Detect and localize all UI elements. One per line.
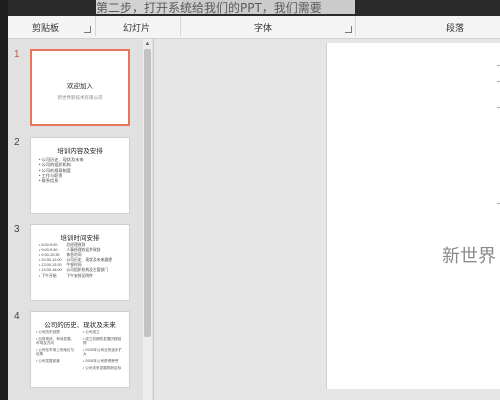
scroll-up-arrow-icon[interactable]: ▲ <box>143 39 152 49</box>
ribbon-separator <box>355 16 356 36</box>
thumbnail-right-column: 公司成立 成立初期的发展历程回顾 2006年公司业务逐步扩大 2008年公司获得… <box>83 330 123 372</box>
thumbnail-title: 培训时间安排 <box>60 235 100 242</box>
thumbnail-schedule-list: 8:00-9:00总经理致辞 9:00-9:30人事经理欢迎并致辞 9:30-1… <box>39 243 112 279</box>
caption-overlay: 第二步，打开系统给我们的PPT，我们需要 <box>0 0 500 16</box>
ribbon-group-paragraph: 段落 <box>446 23 465 33</box>
thumbnail-title: 欢迎加入 <box>67 83 93 90</box>
slide-thumbnail-3[interactable]: 培训时间安排 8:00-9:00总经理致辞 9:00-9:30人事经理欢迎并致辞… <box>30 224 130 301</box>
thumbnail-left-column: 公司历史回顾 目前现状、有待发展、市场及方向 公司在市场上的地位与优势 公司发展… <box>36 330 76 366</box>
scrollbar-thumb[interactable] <box>144 49 151 337</box>
ribbon-group-labels: 剪贴板 幻灯片 字体 段落 <box>0 14 500 39</box>
slide-thumbnail-pane[interactable]: 1 欢迎加入 新世界新技术有限公司 2 培训内容及安排 公司历史、现状及未来 公… <box>0 39 154 400</box>
slide-thumbnail-4[interactable]: 公司的历史、现状及未来 公司历史回顾 目前现状、有待发展、市场及方向 公司在市场… <box>30 311 130 388</box>
list-item: 下午开始下午安排见附件 <box>39 274 112 279</box>
thumbnail-scrollbar[interactable]: ▲ <box>143 39 152 400</box>
list-item: 成立初期的发展历程回顾 <box>83 337 123 346</box>
presentation-window: 剪贴板 幻灯片 字体 段落 1 欢迎加入 新世界新技术有限公司 2 培训内容及安… <box>0 0 500 400</box>
ribbon-group-slides: 幻灯片 <box>123 23 151 33</box>
list-item: 公司未来发展规划目标 <box>83 366 123 371</box>
left-dark-edge <box>0 0 8 400</box>
slide-number: 2 <box>14 137 20 148</box>
list-item: 公司成立 <box>83 330 123 335</box>
slide-number: 1 <box>14 49 20 60</box>
list-item: 目前现状、有待发展、市场及方向 <box>36 337 76 346</box>
caption-text: 第二步，打开系统给我们的PPT，我们需要 <box>96 1 322 15</box>
slide-editing-area[interactable]: 新世界 <box>154 39 500 400</box>
thumbnail-title: 公司的历史、现状及未来 <box>44 322 116 329</box>
list-item: 公司发展前景 <box>36 359 76 364</box>
font-launcher-icon[interactable] <box>345 26 352 33</box>
ribbon-group-clipboard: 剪贴板 <box>32 23 60 33</box>
clipboard-launcher-icon[interactable] <box>84 26 91 33</box>
thumbnail-subtitle: 新世界新技术有限公司 <box>57 95 103 100</box>
slide-subtitle-text[interactable]: 新世界 <box>442 242 496 268</box>
list-item: 2006年公司业务逐步扩大 <box>83 348 123 357</box>
list-item: 联系信息 <box>39 178 84 183</box>
list-item: 公司在市场上的地位与优势 <box>36 348 76 357</box>
slide-number: 3 <box>14 224 20 235</box>
list-item: 2008年公司获得荣誉 <box>83 359 123 364</box>
ribbon-separator <box>180 16 181 36</box>
list-item: 公司历史回顾 <box>36 330 76 335</box>
slide-thumbnail-2[interactable]: 培训内容及安排 公司历史、现状及未来 公司的组织机构 公司的规章制度 工作与职责… <box>30 137 130 214</box>
ribbon-group-font: 字体 <box>254 23 273 33</box>
ribbon-separator <box>95 16 96 36</box>
slide-thumbnail-1[interactable]: 欢迎加入 新世界新技术有限公司 <box>30 49 130 126</box>
slide-number: 4 <box>14 311 20 322</box>
thumbnail-bullet-list: 公司历史、现状及未来 公司的组织机构 公司的规章制度 工作与职责 联系信息 <box>39 157 84 183</box>
current-slide-canvas[interactable]: 新世界 <box>326 43 500 389</box>
thumbnail-title: 培训内容及安排 <box>57 148 103 155</box>
